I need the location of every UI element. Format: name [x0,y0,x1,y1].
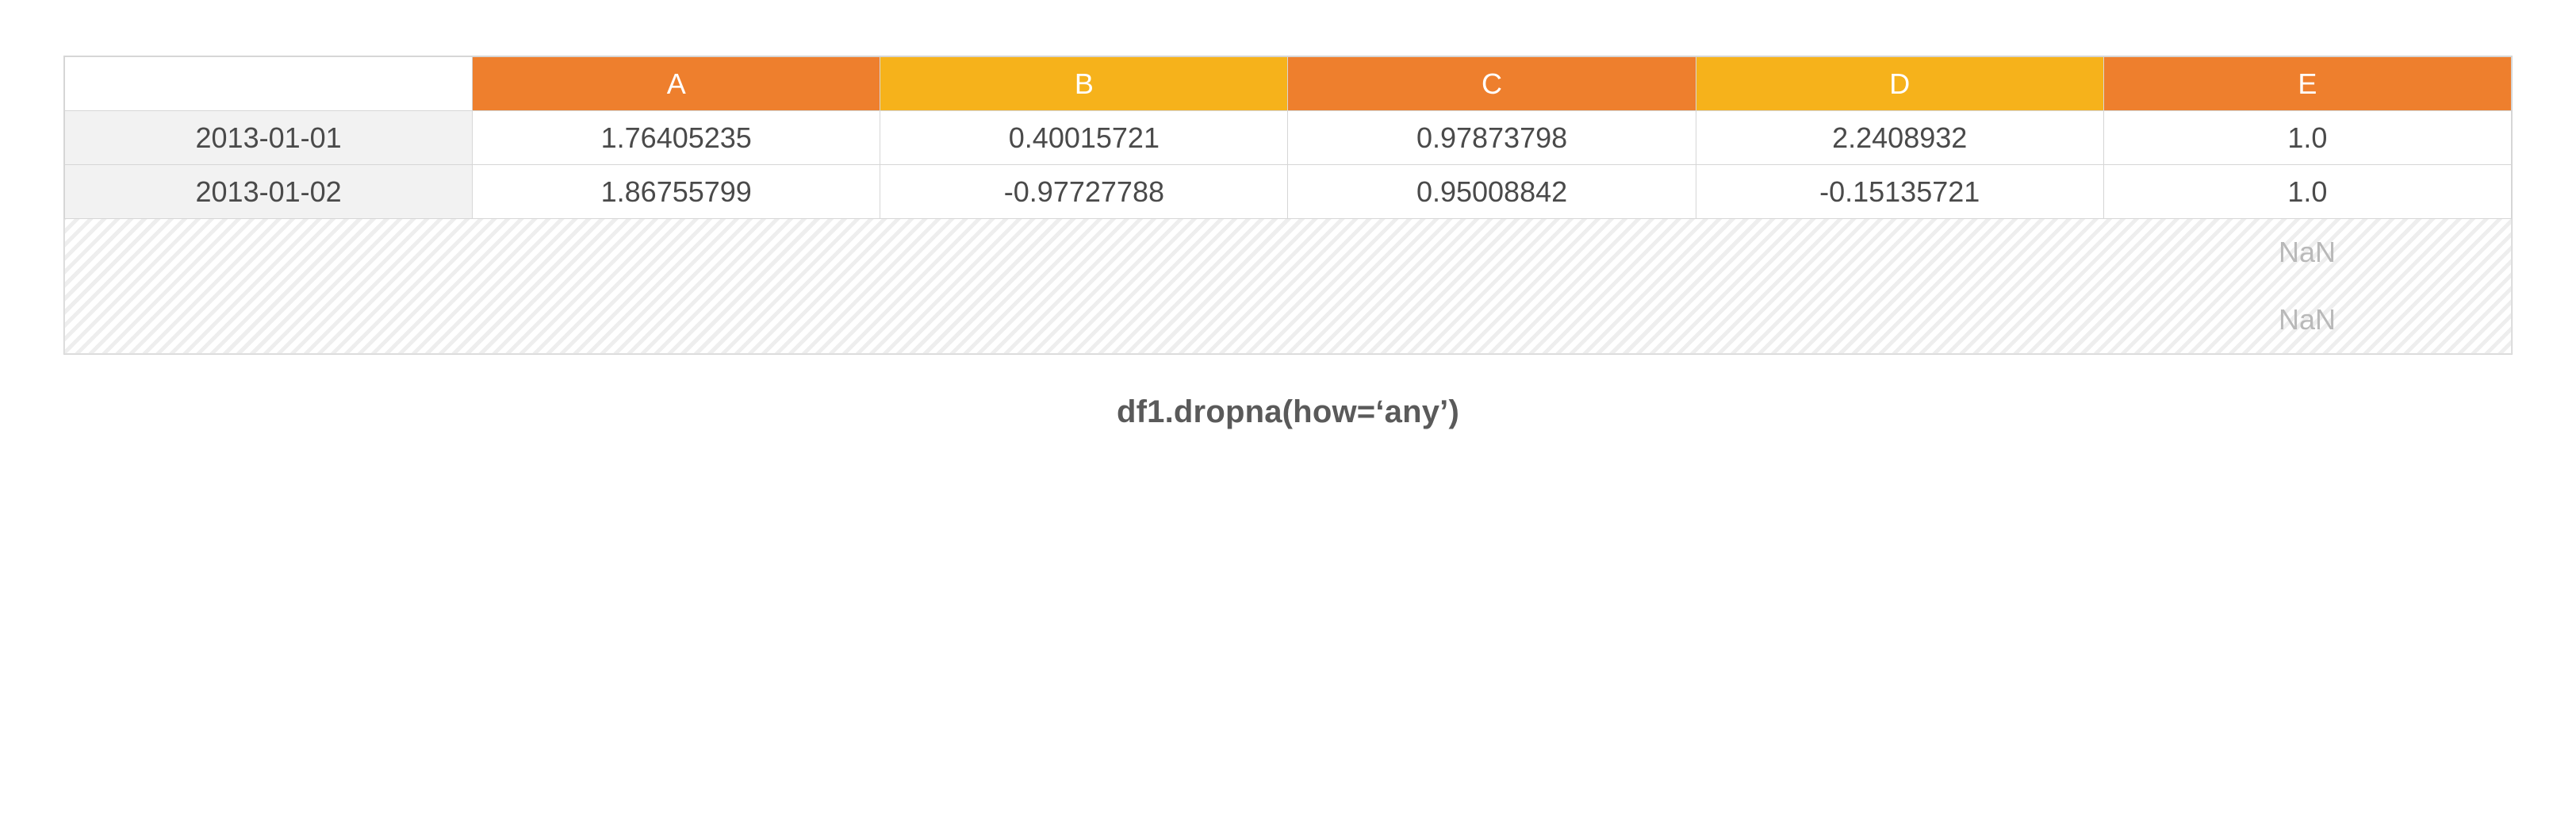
cell-D: 2.2408932 [1696,111,2103,165]
cell-E: 1.0 [2103,111,2511,165]
nan-value: NaN [2279,236,2336,269]
row-index: 2013-01-02 [65,165,473,219]
dataframe: A B C D E 2013-01-01 1.76405235 0.400157… [64,56,2512,219]
cell-B: 0.40015721 [880,111,1288,165]
table-row: 2013-01-01 1.76405235 0.40015721 0.97873… [65,111,2512,165]
column-header-A: A [473,57,880,111]
dataframe-table: A B C D E 2013-01-01 1.76405235 0.400157… [63,56,2513,355]
cell-D: -0.15135721 [1696,165,2103,219]
cell-B: -0.97727788 [880,165,1288,219]
column-header-D: D [1696,57,2103,111]
cell-C: 0.97873798 [1288,111,1696,165]
column-header-C: C [1288,57,1696,111]
dropped-rows-area: NaN NaN [64,219,2512,354]
table-row: 2013-01-02 1.86755799 -0.97727788 0.9500… [65,165,2512,219]
column-header-E: E [2103,57,2511,111]
row-index: 2013-01-01 [65,111,473,165]
cell-A: 1.76405235 [473,111,880,165]
cell-E: 1.0 [2103,165,2511,219]
index-header-blank [65,57,473,111]
nan-column: NaN NaN [2103,219,2511,353]
nan-value: NaN [2279,303,2336,336]
cell-C: 0.95008842 [1288,165,1696,219]
column-header-B: B [880,57,1288,111]
header-row: A B C D E [65,57,2512,111]
cell-A: 1.86755799 [473,165,880,219]
code-caption: df1.dropna(how=‘any’) [63,394,2513,430]
